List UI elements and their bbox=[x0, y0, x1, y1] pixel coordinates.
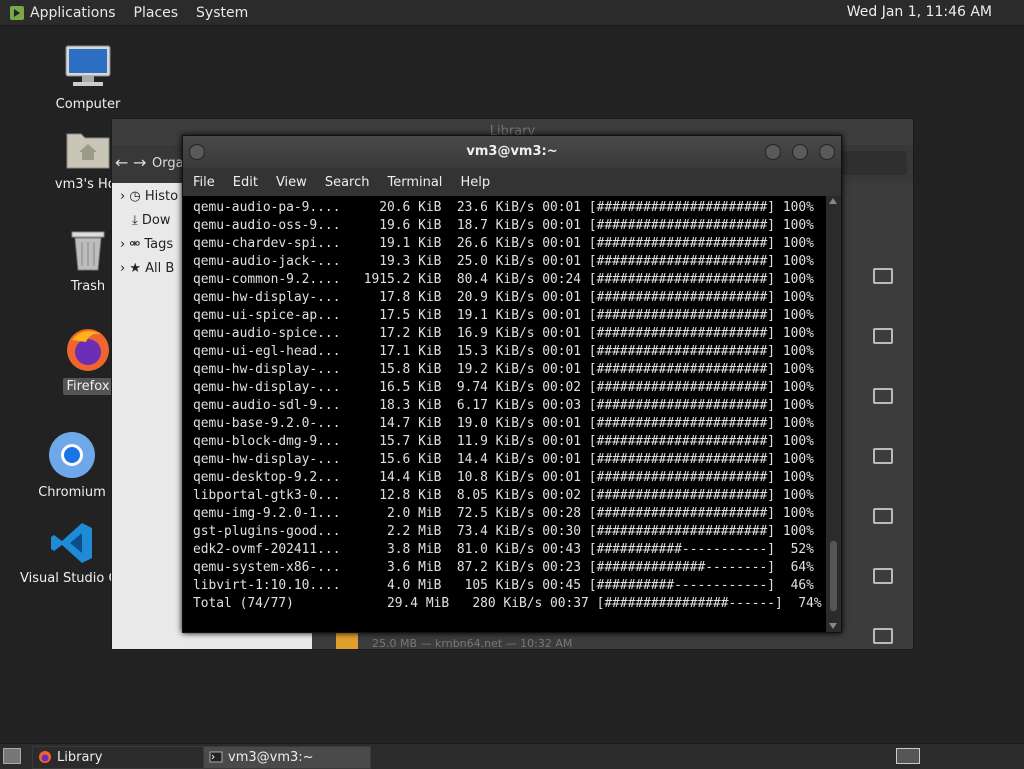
firefox-icon bbox=[39, 751, 51, 763]
terminal-line: qemu-audio-pa-9.... 20.6 KiB 23.6 KiB/s … bbox=[193, 200, 814, 215]
folder-icon bbox=[873, 448, 893, 464]
folder-icon bbox=[873, 268, 893, 284]
terminal-line: qemu-system-x86-... 3.6 MiB 87.2 KiB/s 0… bbox=[193, 560, 814, 575]
show-desktop-icon[interactable] bbox=[3, 748, 21, 764]
minimize-icon[interactable] bbox=[765, 144, 781, 160]
terminal-titlebar[interactable]: vm3@vm3:~ bbox=[183, 136, 841, 168]
menu-edit[interactable]: Edit bbox=[233, 175, 258, 190]
vscode-icon bbox=[51, 523, 92, 563]
menu-system[interactable]: System bbox=[196, 5, 248, 21]
menu-places[interactable]: Places bbox=[134, 5, 179, 21]
desktop-icon-label: Trash bbox=[70, 279, 106, 294]
clock[interactable]: Wed Jan 1, 11:46 AM bbox=[847, 4, 992, 20]
tree-item-downloads[interactable]: ⤓ Dow bbox=[132, 213, 171, 228]
terminal-line: qemu-base-9.2.0-... 14.7 KiB 19.0 KiB/s … bbox=[193, 416, 814, 431]
scrollbar-thumb[interactable] bbox=[830, 541, 837, 611]
taskbar-item-library[interactable]: Library bbox=[32, 746, 228, 769]
chromium-icon bbox=[49, 432, 95, 478]
bottom-panel: Library vm3@vm3:~ bbox=[0, 743, 1024, 769]
terminal-line: qemu-audio-oss-9... 19.6 KiB 18.7 KiB/s … bbox=[193, 218, 814, 233]
top-panel: Applications Places System Wed Jan 1, 11… bbox=[0, 0, 1024, 26]
home-folder-icon bbox=[66, 133, 110, 169]
terminal-line: qemu-ui-spice-ap... 17.5 KiB 19.1 KiB/s … bbox=[193, 308, 814, 323]
terminal-line: qemu-common-9.2.... 1915.2 KiB 80.4 KiB/… bbox=[193, 272, 814, 287]
terminal-line: qemu-audio-spice... 17.2 KiB 16.9 KiB/s … bbox=[193, 326, 814, 341]
forward-arrow-icon[interactable]: → bbox=[133, 153, 146, 172]
desktop-icon-label: Chromium bbox=[38, 485, 106, 500]
download-item-status: 25.0 MB — krnbn64.net — 10:32 AM bbox=[372, 637, 573, 650]
terminal-line: gst-plugins-good... 2.2 MiB 73.4 KiB/s 0… bbox=[193, 524, 814, 539]
terminal-line: edk2-ovmf-202411... 3.8 MiB 81.0 KiB/s 0… bbox=[193, 542, 814, 557]
scroll-up-icon[interactable] bbox=[829, 198, 837, 204]
terminal-line: qemu-ui-egl-head... 17.1 KiB 15.3 KiB/s … bbox=[193, 344, 814, 359]
download-item-icon bbox=[336, 633, 358, 649]
back-arrow-icon[interactable]: ← bbox=[115, 153, 128, 172]
terminal-line: qemu-chardev-spi... 19.1 KiB 26.6 KiB/s … bbox=[193, 236, 814, 251]
terminal-scrollbar[interactable] bbox=[826, 196, 841, 632]
menu-terminal[interactable]: Terminal bbox=[387, 175, 442, 190]
maximize-icon[interactable] bbox=[792, 144, 808, 160]
terminal-line: libportal-gtk3-0... 12.8 KiB 8.05 KiB/s … bbox=[193, 488, 814, 503]
folder-icon bbox=[873, 568, 893, 584]
terminal-line: Total (74/77) 29.4 MiB 280 KiB/s 00:37 [… bbox=[193, 596, 822, 611]
terminal-line: qemu-block-dmg-9... 15.7 KiB 11.9 KiB/s … bbox=[193, 434, 814, 449]
terminal-output[interactable]: qemu-audio-pa-9.... 20.6 KiB 23.6 KiB/s … bbox=[183, 196, 826, 632]
taskbar-label: vm3@vm3:~ bbox=[228, 750, 314, 765]
workspace-switcher[interactable] bbox=[896, 748, 920, 764]
folder-icon bbox=[873, 628, 893, 644]
terminal-line: qemu-audio-sdl-9... 18.3 KiB 6.17 KiB/s … bbox=[193, 398, 814, 413]
trash-icon bbox=[71, 231, 105, 271]
applications-menu-icon[interactable] bbox=[10, 5, 24, 20]
terminal-line: qemu-img-9.2.0-1... 2.0 MiB 72.5 KiB/s 0… bbox=[193, 506, 814, 521]
taskbar-label: Library bbox=[57, 750, 103, 765]
folder-icon bbox=[873, 508, 893, 524]
desktop-icon-computer[interactable]: Computer bbox=[33, 44, 143, 113]
close-icon[interactable] bbox=[819, 144, 835, 160]
menu-search[interactable]: Search bbox=[325, 175, 370, 190]
folder-icon bbox=[873, 328, 893, 344]
menu-applications[interactable]: Applications bbox=[30, 5, 116, 21]
terminal-line: libvirt-1:10.10.... 4.0 MiB 105 KiB/s 00… bbox=[193, 578, 814, 593]
organize-button[interactable]: Orga bbox=[152, 156, 184, 171]
terminal-line: qemu-hw-display-... 15.8 KiB 19.2 KiB/s … bbox=[193, 362, 814, 377]
terminal-line: qemu-hw-display-... 17.8 KiB 20.9 KiB/s … bbox=[193, 290, 814, 305]
computer-icon bbox=[65, 45, 111, 86]
terminal-icon bbox=[209, 751, 223, 763]
folder-icon bbox=[873, 388, 893, 404]
desktop-icon-label: Firefox bbox=[63, 378, 113, 395]
terminal-line: qemu-audio-jack-... 19.3 KiB 25.0 KiB/s … bbox=[193, 254, 814, 269]
terminal-menubar: File Edit View Search Terminal Help bbox=[183, 168, 841, 196]
tree-item-tags[interactable]: › ⚮ Tags bbox=[120, 237, 173, 252]
terminal-window[interactable]: vm3@vm3:~ File Edit View Search Terminal… bbox=[182, 135, 842, 633]
scroll-down-icon[interactable] bbox=[829, 623, 837, 629]
window-menu-icon[interactable] bbox=[189, 144, 205, 160]
terminal-line: qemu-desktop-9.2... 14.4 KiB 10.8 KiB/s … bbox=[193, 470, 814, 485]
desktop-icon-label: Computer bbox=[55, 97, 121, 112]
firefox-icon bbox=[67, 329, 109, 371]
taskbar-item-terminal[interactable]: vm3@vm3:~ bbox=[203, 746, 371, 769]
menu-file[interactable]: File bbox=[193, 175, 215, 190]
window-title: vm3@vm3:~ bbox=[466, 144, 558, 159]
tree-item-all-bookmarks[interactable]: › ★ All B bbox=[120, 261, 174, 276]
menu-help[interactable]: Help bbox=[460, 175, 490, 190]
terminal-line: qemu-hw-display-... 16.5 KiB 9.74 KiB/s … bbox=[193, 380, 814, 395]
terminal-line: qemu-hw-display-... 15.6 KiB 14.4 KiB/s … bbox=[193, 452, 814, 467]
terminal-lines: qemu-audio-pa-9.... 20.6 KiB 23.6 KiB/s … bbox=[183, 196, 826, 613]
tree-item-history[interactable]: › ◷ Histo bbox=[120, 189, 178, 204]
menu-view[interactable]: View bbox=[276, 175, 307, 190]
